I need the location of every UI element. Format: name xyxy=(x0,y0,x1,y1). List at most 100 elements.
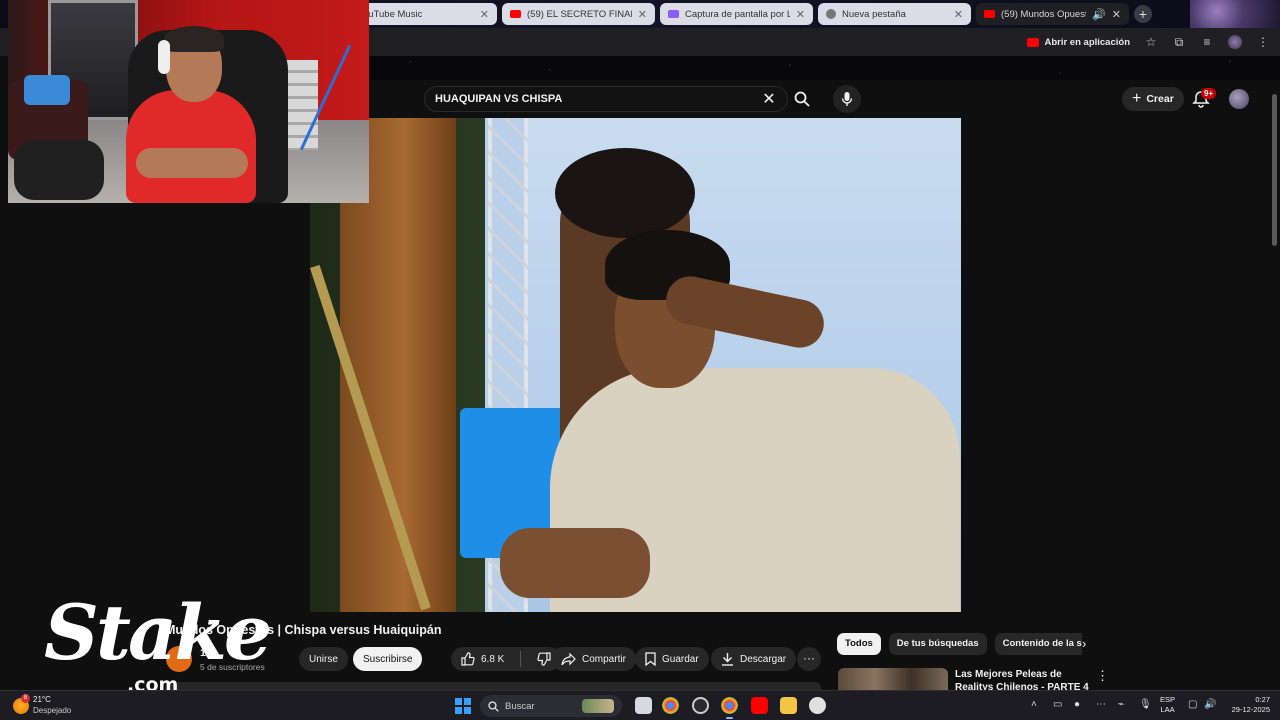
tab-title: (59) EL SECRETO FINAL 🔑 Car xyxy=(527,8,632,20)
new-tab-button[interactable]: + xyxy=(1134,5,1152,23)
weather-alert-badge: 8 xyxy=(21,694,30,703)
stake-logo: Stake .com xyxy=(40,588,272,698)
search-icon xyxy=(794,91,810,107)
description-box[interactable] xyxy=(165,682,821,690)
kebab-menu-icon[interactable]: ⋮ xyxy=(1256,35,1270,49)
create-button[interactable]: + Crear xyxy=(1122,87,1184,111)
language-code: ESP xyxy=(1160,695,1176,704)
search-input[interactable] xyxy=(435,93,761,105)
kebab-menu-icon[interactable]: ⋮ xyxy=(1096,668,1109,684)
chrome-icon[interactable] xyxy=(662,697,679,714)
weather-temperature[interactable]: 21°C xyxy=(33,695,51,704)
system-clock[interactable]: 0:27 29-12-2025 xyxy=(1222,695,1270,715)
video-player[interactable] xyxy=(310,118,961,612)
tab-el-secreto-final[interactable]: (59) EL SECRETO FINAL 🔑 Car ✕ xyxy=(502,3,655,25)
tray-network-icon[interactable]: ⌁ xyxy=(1118,699,1124,710)
input-language[interactable]: ESP LAA xyxy=(1160,695,1175,715)
divider xyxy=(520,651,522,667)
search-button[interactable] xyxy=(788,86,816,112)
clock-date: 29-12-2025 xyxy=(1231,705,1270,714)
bookmark-icon xyxy=(645,652,656,666)
weather-condition[interactable]: Despejado xyxy=(33,706,71,715)
plus-icon: + xyxy=(1132,90,1142,107)
close-icon[interactable]: ✕ xyxy=(638,8,647,21)
download-button[interactable]: Descargar xyxy=(711,647,797,671)
chip-de-tus-busquedas[interactable]: De tus búsquedas xyxy=(888,633,987,655)
close-icon[interactable]: ✕ xyxy=(796,8,805,21)
bookmark-star-icon[interactable]: ☆ xyxy=(1144,35,1158,49)
profile-avatar[interactable] xyxy=(1228,35,1242,49)
download-label: Descargar xyxy=(740,653,787,665)
webcam-bag xyxy=(24,75,70,105)
search-icon xyxy=(488,700,499,712)
obs-studio-icon[interactable] xyxy=(692,697,709,714)
share-label: Compartir xyxy=(582,653,626,665)
display-icon[interactable]: ▢ xyxy=(1188,699,1197,710)
open-in-app-label: Abrir en aplicación xyxy=(1044,36,1130,48)
tab-youtube-music[interactable]: ouTube Music ✕ xyxy=(355,3,497,25)
share-button[interactable]: Compartir xyxy=(551,647,636,671)
chevron-right-icon[interactable]: › xyxy=(1082,636,1086,651)
tab-lightshot[interactable]: Captura de pantalla por Light ✕ xyxy=(660,3,813,25)
lightshot-icon xyxy=(668,10,679,18)
microphone-icon[interactable]: 🎙 xyxy=(1139,699,1152,710)
join-button[interactable]: Unirse xyxy=(299,647,348,671)
join-label: Unirse xyxy=(309,653,338,665)
webcam-person-arms xyxy=(136,148,248,178)
recommendation-thumbnail[interactable] xyxy=(838,668,948,690)
webcam-cloth xyxy=(14,140,104,200)
like-button[interactable]: 6.8 K xyxy=(451,647,514,671)
notification-count-badge: 9+ xyxy=(1201,88,1217,99)
open-in-app-button[interactable]: Abrir en aplicación xyxy=(1027,37,1130,48)
voice-search-button[interactable] xyxy=(833,85,861,113)
stake-wordmark: Stake xyxy=(44,588,272,677)
volume-icon[interactable]: 🔊 xyxy=(1204,699,1216,710)
tab-title: ouTube Music xyxy=(363,8,423,20)
download-icon xyxy=(722,653,733,666)
recommendation-filter-chips: Todos De tus búsquedas Contenido de la s… xyxy=(837,633,1082,655)
tab-title: (59) Mundos Opuestos | Ch xyxy=(1001,8,1086,20)
extensions-icon[interactable]: ⧉ xyxy=(1172,35,1186,49)
more-actions-button[interactable]: ··· xyxy=(797,647,821,671)
search-highlight-icon xyxy=(582,699,614,713)
theme-artwork xyxy=(1190,0,1280,28)
chip-contenido-de-la-serie[interactable]: Contenido de la ser xyxy=(994,633,1082,655)
file-explorer-icon[interactable] xyxy=(780,697,797,714)
windows-start-icon[interactable] xyxy=(455,698,471,714)
microphone-icon xyxy=(841,92,853,106)
chevron-up-icon[interactable]: ˄ xyxy=(1031,699,1037,710)
tab-mundos-opuestos[interactable]: (59) Mundos Opuestos | Ch 🔊 ✕ xyxy=(976,3,1129,25)
subscribe-label: Suscribirse xyxy=(363,653,413,665)
close-icon[interactable]: ✕ xyxy=(1112,8,1121,21)
taskbar-search[interactable]: Buscar xyxy=(480,695,622,717)
thumbs-up-icon xyxy=(461,652,475,666)
subscribe-button[interactable]: Suscribirse xyxy=(353,647,423,671)
account-avatar[interactable] xyxy=(1229,89,1249,109)
tray-app-icon[interactable]: ● xyxy=(1074,699,1080,710)
save-button[interactable]: Guardar xyxy=(635,647,709,671)
chrome-active-icon[interactable] xyxy=(721,697,738,719)
close-icon[interactable]: ✕ xyxy=(480,8,489,21)
keyboard-layout: LAA xyxy=(1160,705,1175,714)
clear-search-icon[interactable]: ✕ xyxy=(761,89,777,109)
webcam-person-shirt xyxy=(126,90,256,203)
tab-title: Captura de pantalla por Light xyxy=(685,8,790,20)
audio-playing-icon[interactable]: 🔊 xyxy=(1092,8,1106,21)
page-scrollbar[interactable] xyxy=(1272,94,1277,246)
search-box[interactable]: ✕ xyxy=(424,86,788,112)
chip-todos[interactable]: Todos xyxy=(837,633,881,655)
media-controls-icon[interactable]: ≡ xyxy=(1200,35,1214,49)
like-dislike-group: 6.8 K xyxy=(451,647,562,671)
tray-grid-icon[interactable]: ⋯ xyxy=(1096,699,1106,710)
streamer-webcam-overlay xyxy=(8,0,369,203)
tray-app-icon[interactable]: ▭ xyxy=(1053,699,1062,710)
video-scene-person-back-hair xyxy=(555,148,695,238)
youtube-app-icon[interactable] xyxy=(751,697,768,714)
clock-time: 0:27 xyxy=(1255,695,1270,704)
close-icon[interactable]: ✕ xyxy=(954,8,963,21)
tab-title: Nueva pestaña xyxy=(842,8,906,20)
video-scene-hands xyxy=(500,528,650,598)
tab-nueva-pestana[interactable]: Nueva pestaña ✕ xyxy=(818,3,971,25)
media-player-icon[interactable] xyxy=(809,697,826,714)
task-view-icon[interactable] xyxy=(635,697,652,714)
